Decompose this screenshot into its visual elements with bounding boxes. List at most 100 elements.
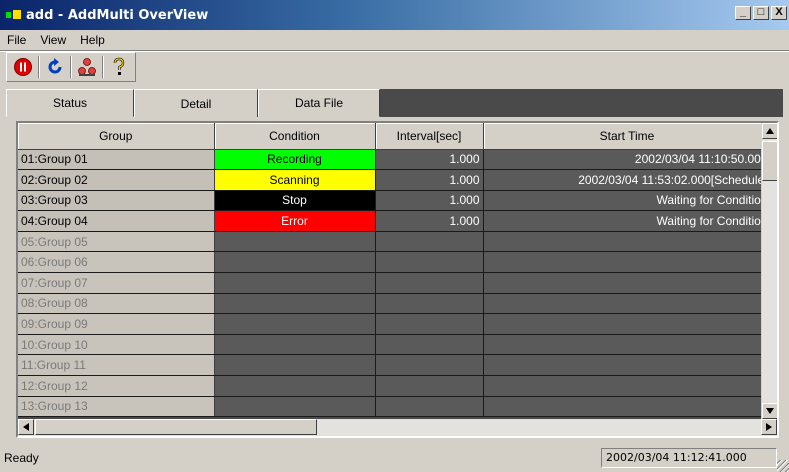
scroll-up-button[interactable] xyxy=(762,123,777,139)
interval-cell[interactable] xyxy=(375,251,484,274)
group-cell[interactable]: 04:Group 04 xyxy=(18,210,215,232)
close-button[interactable]: X xyxy=(771,6,787,20)
arrow-left-icon xyxy=(23,423,29,431)
condition-cell[interactable] xyxy=(214,354,376,377)
table-row[interactable]: 10:Group 10 xyxy=(18,334,772,356)
interval-cell[interactable] xyxy=(375,334,484,356)
status-text: Ready xyxy=(4,451,39,465)
table-row[interactable]: 01:Group 01 Recording 1.000 2002/03/04 11:1… xyxy=(18,149,772,171)
table-row[interactable]: 13:Group 13 xyxy=(18,396,772,418)
arrow-right-icon xyxy=(766,423,772,431)
condition-cell[interactable] xyxy=(214,396,376,418)
scroll-left-button[interactable] xyxy=(18,419,34,435)
help-button[interactable] xyxy=(107,55,131,79)
table-row[interactable]: 03:Group 03 Stop 1.000 Waiting for Conditio… xyxy=(18,190,772,212)
column-header-condition[interactable]: Condition xyxy=(214,123,376,150)
maximize-button[interactable]: □ xyxy=(753,6,769,20)
condition-cell[interactable] xyxy=(214,293,376,315)
interval-cell[interactable]: 1.000 xyxy=(375,210,484,232)
interval-cell[interactable]: 1.000 xyxy=(375,190,484,212)
start-time-cell[interactable] xyxy=(483,251,772,274)
tab-status[interactable]: Status xyxy=(6,89,134,117)
condition-cell[interactable] xyxy=(214,334,376,356)
column-header-interval[interactable]: Interval[sec] xyxy=(375,123,484,150)
interval-cell[interactable] xyxy=(375,396,484,418)
arrow-down-icon xyxy=(766,408,774,414)
column-header-start-time[interactable]: Start Time xyxy=(483,123,772,150)
table-row[interactable]: 02:Group 02 Scanning 1.000 2002/03/04 11:53… xyxy=(18,169,772,191)
group-cell[interactable]: 03:Group 03 xyxy=(18,190,215,212)
group-cell[interactable]: 09:Group 09 xyxy=(18,313,215,335)
start-time-cell[interactable] xyxy=(483,396,772,418)
vertical-scroll-thumb[interactable] xyxy=(762,141,777,181)
interval-cell[interactable] xyxy=(375,231,484,253)
interval-cell[interactable] xyxy=(375,354,484,377)
menu-help[interactable]: Help xyxy=(73,33,112,47)
interval-cell[interactable] xyxy=(375,313,484,335)
table-row[interactable]: 11:Group 11 xyxy=(18,354,772,377)
table-row[interactable]: 07:Group 07 xyxy=(18,272,772,294)
horizontal-scrollbar[interactable] xyxy=(18,419,777,436)
help-icon xyxy=(113,57,125,75)
horizontal-scroll-thumb[interactable] xyxy=(35,419,317,435)
window-title: add - AddMulti OverView xyxy=(26,7,209,23)
group-cell[interactable]: 05:Group 05 xyxy=(18,231,215,253)
group-cell[interactable]: 08:Group 08 xyxy=(18,293,215,315)
vertical-scrollbar[interactable] xyxy=(761,123,777,419)
group-cell[interactable]: 07:Group 07 xyxy=(18,272,215,294)
start-time-cell[interactable] xyxy=(483,354,772,377)
start-time-cell[interactable] xyxy=(483,313,772,335)
condition-cell[interactable]: Error xyxy=(214,210,376,232)
condition-cell[interactable] xyxy=(214,231,376,253)
minimize-button[interactable]: _ xyxy=(735,6,751,20)
title-bar[interactable]: add - AddMulti OverView _ □ X xyxy=(0,0,789,30)
refresh-icon xyxy=(48,58,62,74)
condition-cell[interactable] xyxy=(214,251,376,274)
interval-cell[interactable] xyxy=(375,293,484,315)
stop-button[interactable] xyxy=(11,55,35,79)
condition-cell[interactable] xyxy=(214,313,376,335)
table-row[interactable]: 06:Group 06 xyxy=(18,251,772,274)
start-time-cell[interactable] xyxy=(483,272,772,294)
condition-cell[interactable]: Recording xyxy=(214,149,376,171)
group-cell[interactable]: 01:Group 01 xyxy=(18,149,215,171)
network-button[interactable] xyxy=(75,55,99,79)
refresh-button[interactable] xyxy=(43,55,67,79)
start-time-cell[interactable] xyxy=(483,293,772,315)
interval-cell[interactable] xyxy=(375,375,484,397)
start-time-cell[interactable] xyxy=(483,334,772,356)
table-row[interactable]: 08:Group 08 xyxy=(18,293,772,315)
interval-cell[interactable] xyxy=(375,272,484,294)
start-time-cell[interactable]: 2002/03/04 11:53:02.000[Schedule] xyxy=(483,169,772,191)
group-cell[interactable]: 13:Group 13 xyxy=(18,396,215,418)
tab-data-file[interactable]: Data File xyxy=(258,89,380,117)
menu-view[interactable]: View xyxy=(33,33,73,47)
start-time-cell[interactable] xyxy=(483,231,772,253)
condition-cell[interactable] xyxy=(214,272,376,294)
group-cell[interactable]: 06:Group 06 xyxy=(18,251,215,274)
start-time-cell[interactable] xyxy=(483,375,772,397)
table-row[interactable]: 04:Group 04 Error 1.000 Waiting for Conditi… xyxy=(18,210,772,232)
start-time-cell[interactable]: Waiting for Condition xyxy=(483,190,772,212)
condition-cell[interactable] xyxy=(214,375,376,397)
start-time-cell[interactable]: Waiting for Condition xyxy=(483,210,772,232)
start-time-cell[interactable]: 2002/03/04 11:10:50.000 xyxy=(483,149,772,171)
scroll-down-button[interactable] xyxy=(762,403,777,419)
condition-cell[interactable]: Stop xyxy=(214,190,376,212)
menu-file[interactable]: File xyxy=(0,33,33,47)
scroll-right-button[interactable] xyxy=(761,419,777,435)
group-cell[interactable]: 12:Group 12 xyxy=(18,375,215,397)
table-row[interactable]: 12:Group 12 xyxy=(18,375,772,397)
group-cell[interactable]: 02:Group 02 xyxy=(18,169,215,191)
interval-cell[interactable]: 1.000 xyxy=(375,169,484,191)
tab-detail[interactable]: Detail xyxy=(134,89,258,117)
table-row[interactable]: 09:Group 09 xyxy=(18,313,772,335)
interval-cell[interactable]: 1.000 xyxy=(375,149,484,171)
group-cell[interactable]: 11:Group 11 xyxy=(18,354,215,377)
table-row[interactable]: 05:Group 05 xyxy=(18,231,772,253)
condition-cell[interactable]: Scanning xyxy=(214,169,376,191)
status-timestamp: 2002/03/04 11:12:41.000 xyxy=(601,448,777,468)
group-cell[interactable]: 10:Group 10 xyxy=(18,334,215,356)
column-header-group[interactable]: Group xyxy=(18,123,215,150)
resize-grip-icon[interactable] xyxy=(777,460,789,472)
